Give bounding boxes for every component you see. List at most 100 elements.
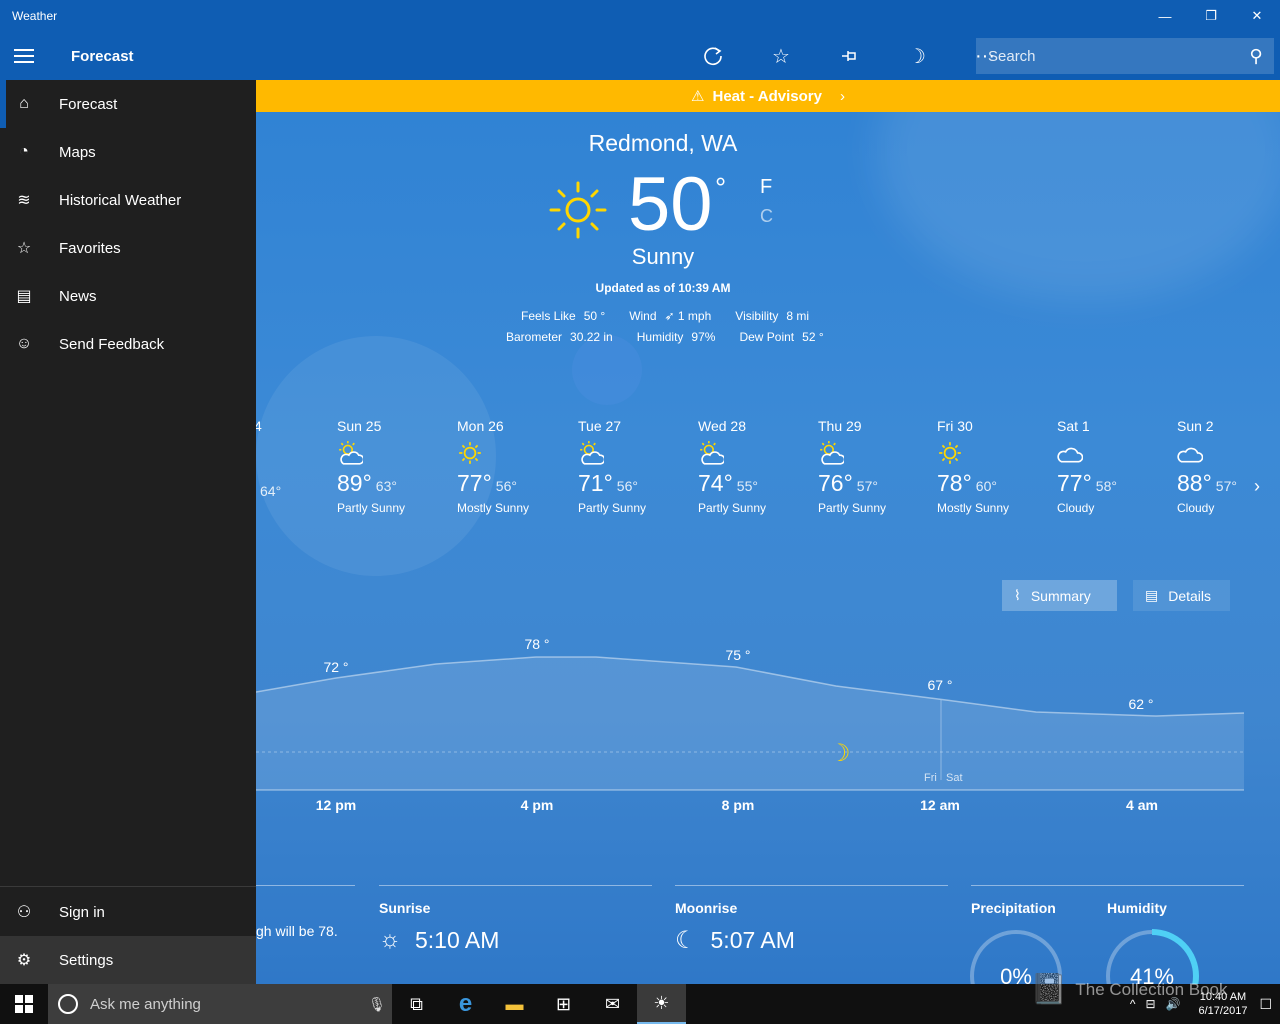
unit-fahrenheit[interactable]: F — [760, 176, 772, 199]
moonrise-title: Moonrise — [675, 900, 738, 916]
next-days-button[interactable]: › — [1254, 476, 1260, 497]
day-high: 78° — [937, 470, 972, 496]
nav-item-label: Favorites — [59, 239, 121, 257]
sunrise-time: 5:10 AM — [415, 926, 500, 953]
nav-item-label: News — [59, 287, 97, 305]
wind-value: 1 mph — [677, 309, 712, 323]
edge-icon: e — [458, 990, 473, 1017]
humidity-value: 97% — [691, 330, 716, 344]
day-forecast[interactable]: Mon 26 77° 56° Mostly Sunny — [457, 418, 569, 515]
nav-item-favorites[interactable]: ☆ Favorites — [0, 224, 256, 272]
start-button[interactable] — [0, 984, 48, 1024]
nav-item-maps[interactable]: ◔ Maps — [0, 128, 256, 176]
nav-item-label: Sign in — [59, 903, 105, 921]
cortana-icon — [58, 994, 78, 1014]
hourly-time-label: 12 am — [920, 797, 960, 813]
moonrise-time: 5:07 AM — [710, 927, 795, 953]
pin-icon — [842, 51, 856, 61]
search-input[interactable] — [976, 47, 1238, 65]
watermark: 📓 The Collection Book — [1030, 973, 1228, 1006]
warning-icon: ⚠ — [691, 88, 705, 105]
search-box[interactable]: ⚲ — [976, 38, 1274, 74]
summary-toggle-button[interactable]: ⌇ Summary — [1002, 580, 1117, 611]
day-forecast[interactable]: Sat 1 77° 58° Cloudy — [1057, 418, 1169, 515]
close-button[interactable]: ✕ — [1234, 0, 1280, 32]
partial-day-name: 4 — [256, 418, 262, 434]
day-high: 88° — [1177, 470, 1212, 496]
task-view-button[interactable]: ⧉ — [392, 984, 441, 1024]
day-forecast[interactable]: Fri 30 78° 60° Mostly Sunny — [937, 418, 1049, 515]
details-toggle-button[interactable]: ▤ Details — [1133, 580, 1230, 611]
day-forecast[interactable]: Tue 27 71° 56° Partly Sunny — [578, 418, 690, 515]
hourly-temp-label: 78 ° — [524, 636, 550, 652]
mail-button[interactable]: ✉ — [588, 984, 637, 1024]
day-high: 74° — [698, 470, 733, 496]
minimize-button[interactable]: — — [1142, 0, 1188, 32]
navigation-pane: ⌂ Forecast ◔ Maps ≋ Historical Weather ☆ Favori… — [0, 80, 256, 984]
day-forecast[interactable]: Sun 25 89° 63° Partly Sunny — [337, 418, 449, 515]
details-row-2: Barometer 30.22 in Humidity 97% Dew Point 5… — [506, 330, 824, 344]
day-forecast[interactable]: Sun 2 88° 57° Cloudy — [1177, 418, 1280, 515]
maps-icon: ◔ — [19, 143, 29, 160]
windows-logo-icon — [15, 995, 33, 1013]
favorite-button[interactable]: ☆ — [747, 32, 815, 80]
day-name: Tue 27 — [578, 418, 622, 434]
cortana-search-input[interactable] — [90, 995, 362, 1013]
sunrise-title: Sunrise — [379, 900, 431, 916]
pin-button[interactable] — [815, 32, 883, 80]
weather-app-button[interactable]: ☀ — [637, 984, 686, 1024]
hourly-temp-label: 67 ° — [927, 677, 953, 693]
day-low: 60° — [975, 478, 997, 494]
details-row-1: Feels Like 50 ° Wind ➶ 1 mph Visibility 8 m… — [521, 309, 810, 323]
notifications-icon[interactable]: ☐ — [1259, 996, 1272, 1013]
list-icon: ▤ — [1145, 587, 1159, 603]
partly-sunny-icon — [337, 440, 449, 466]
chevron-right-icon: › — [839, 87, 845, 105]
moon-icon: ☽ — [829, 739, 851, 767]
day-forecast[interactable]: Thu 29 76° 57° Partly Sunny — [818, 418, 930, 515]
edge-button[interactable]: e — [441, 984, 490, 1024]
nav-item-historical-weather[interactable]: ≋ Historical Weather — [0, 176, 256, 224]
moonrise-icon: ☾ — [675, 927, 697, 954]
partly-sunny-icon — [698, 440, 810, 466]
dark-mode-button[interactable]: ☽ — [883, 32, 951, 80]
gear-icon: ⚙ — [16, 952, 32, 969]
day-forecast[interactable]: Wed 28 74° 55° Partly Sunny — [698, 418, 810, 515]
visibility-value: 8 mi — [786, 309, 810, 323]
hourly-temp-label: 75 ° — [725, 647, 751, 663]
mail-icon: ✉ — [604, 993, 621, 1014]
nav-item-news[interactable]: ▤ News — [0, 272, 256, 320]
store-button[interactable]: ⊞ — [539, 984, 588, 1024]
day-name: Wed 28 — [698, 418, 746, 434]
refresh-button[interactable] — [679, 32, 747, 80]
day-name: Sun 25 — [337, 418, 382, 434]
precipitation-title: Precipitation — [971, 900, 1056, 916]
updated-time: Updated as of 10:39 AM — [595, 281, 731, 295]
nav-item-label: Historical Weather — [59, 191, 182, 209]
day-high: 89° — [337, 470, 372, 496]
feels-like-value: 50 ° — [583, 309, 606, 323]
nav-item-forecast[interactable]: ⌂ Forecast — [0, 80, 256, 128]
hamburger-menu-button[interactable] — [0, 32, 48, 80]
location-name: Redmond, WA — [588, 130, 738, 156]
hourly-time-label: 4 pm — [520, 797, 554, 813]
day-condition: Partly Sunny — [578, 501, 647, 515]
microphone-icon[interactable]: 🎙 — [362, 996, 392, 1013]
day-high: 71° — [578, 470, 613, 496]
cortana-search[interactable]: 🎙 — [48, 984, 392, 1024]
unit-celsius[interactable]: C — [760, 206, 773, 227]
day-high: 77° — [1057, 470, 1092, 496]
page-title: Forecast — [71, 47, 134, 65]
chart-icon: ≋ — [17, 192, 31, 209]
file-explorer-button[interactable]: ▬ — [490, 984, 539, 1024]
heat-advisory-banner[interactable]: ⚠ Heat - Advisory › — [256, 80, 1280, 112]
day-low: 57° — [856, 478, 878, 494]
hourly-temp-label: 62 ° — [1128, 696, 1154, 712]
nav-item-send-feedback[interactable]: ☺ Send Feedback — [0, 320, 256, 368]
search-icon[interactable]: ⚲ — [1238, 46, 1274, 67]
nav-item-sign-in[interactable]: ⚇ Sign in — [0, 888, 256, 936]
nav-item-settings[interactable]: ⚙ Settings — [0, 936, 256, 984]
day-name: Sun 2 — [1177, 418, 1214, 434]
restore-button[interactable]: ❐ — [1188, 0, 1234, 32]
day-condition: Cloudy — [1177, 501, 1215, 515]
